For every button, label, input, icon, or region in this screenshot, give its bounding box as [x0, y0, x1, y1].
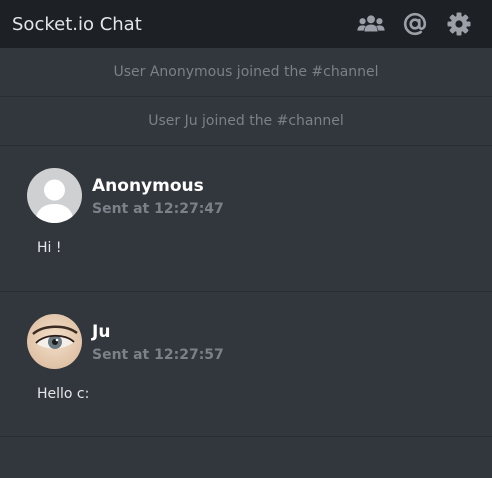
message-meta: Anonymous Sent at 12:27:47: [92, 175, 224, 217]
message-timestamp: Sent at 12:27:47: [92, 200, 224, 217]
message-text: Hello c:: [37, 386, 90, 402]
chat-message: Anonymous Sent at 12:27:47 Hi !: [0, 146, 492, 292]
message-text: Hi !: [37, 240, 62, 256]
app-header: Socket.io Chat: [0, 0, 492, 48]
message-header: Ju Sent at 12:27:57: [27, 314, 466, 369]
message-header: Anonymous Sent at 12:27:47: [27, 168, 466, 223]
join-notice: User Anonymous joined the #channel: [0, 48, 492, 97]
gear-icon[interactable]: [444, 9, 474, 39]
message-meta: Ju Sent at 12:27:57: [92, 321, 224, 363]
chat-message: Ju Sent at 12:27:57 Hello c:: [0, 292, 492, 437]
message-author: Anonymous: [92, 175, 204, 196]
default-avatar[interactable]: [27, 168, 82, 223]
header-actions: [356, 9, 474, 39]
message-timestamp: Sent at 12:27:57: [92, 346, 224, 363]
at-mention-icon[interactable]: [400, 9, 430, 39]
users-icon[interactable]: [356, 9, 386, 39]
eye-photo-avatar[interactable]: [27, 314, 82, 369]
message-author: Ju: [92, 321, 111, 342]
chat-app: Socket.io Chat User Anonymous joined the…: [0, 0, 492, 478]
join-notice: User Ju joined the #channel: [0, 97, 492, 146]
app-title: Socket.io Chat: [12, 13, 142, 35]
